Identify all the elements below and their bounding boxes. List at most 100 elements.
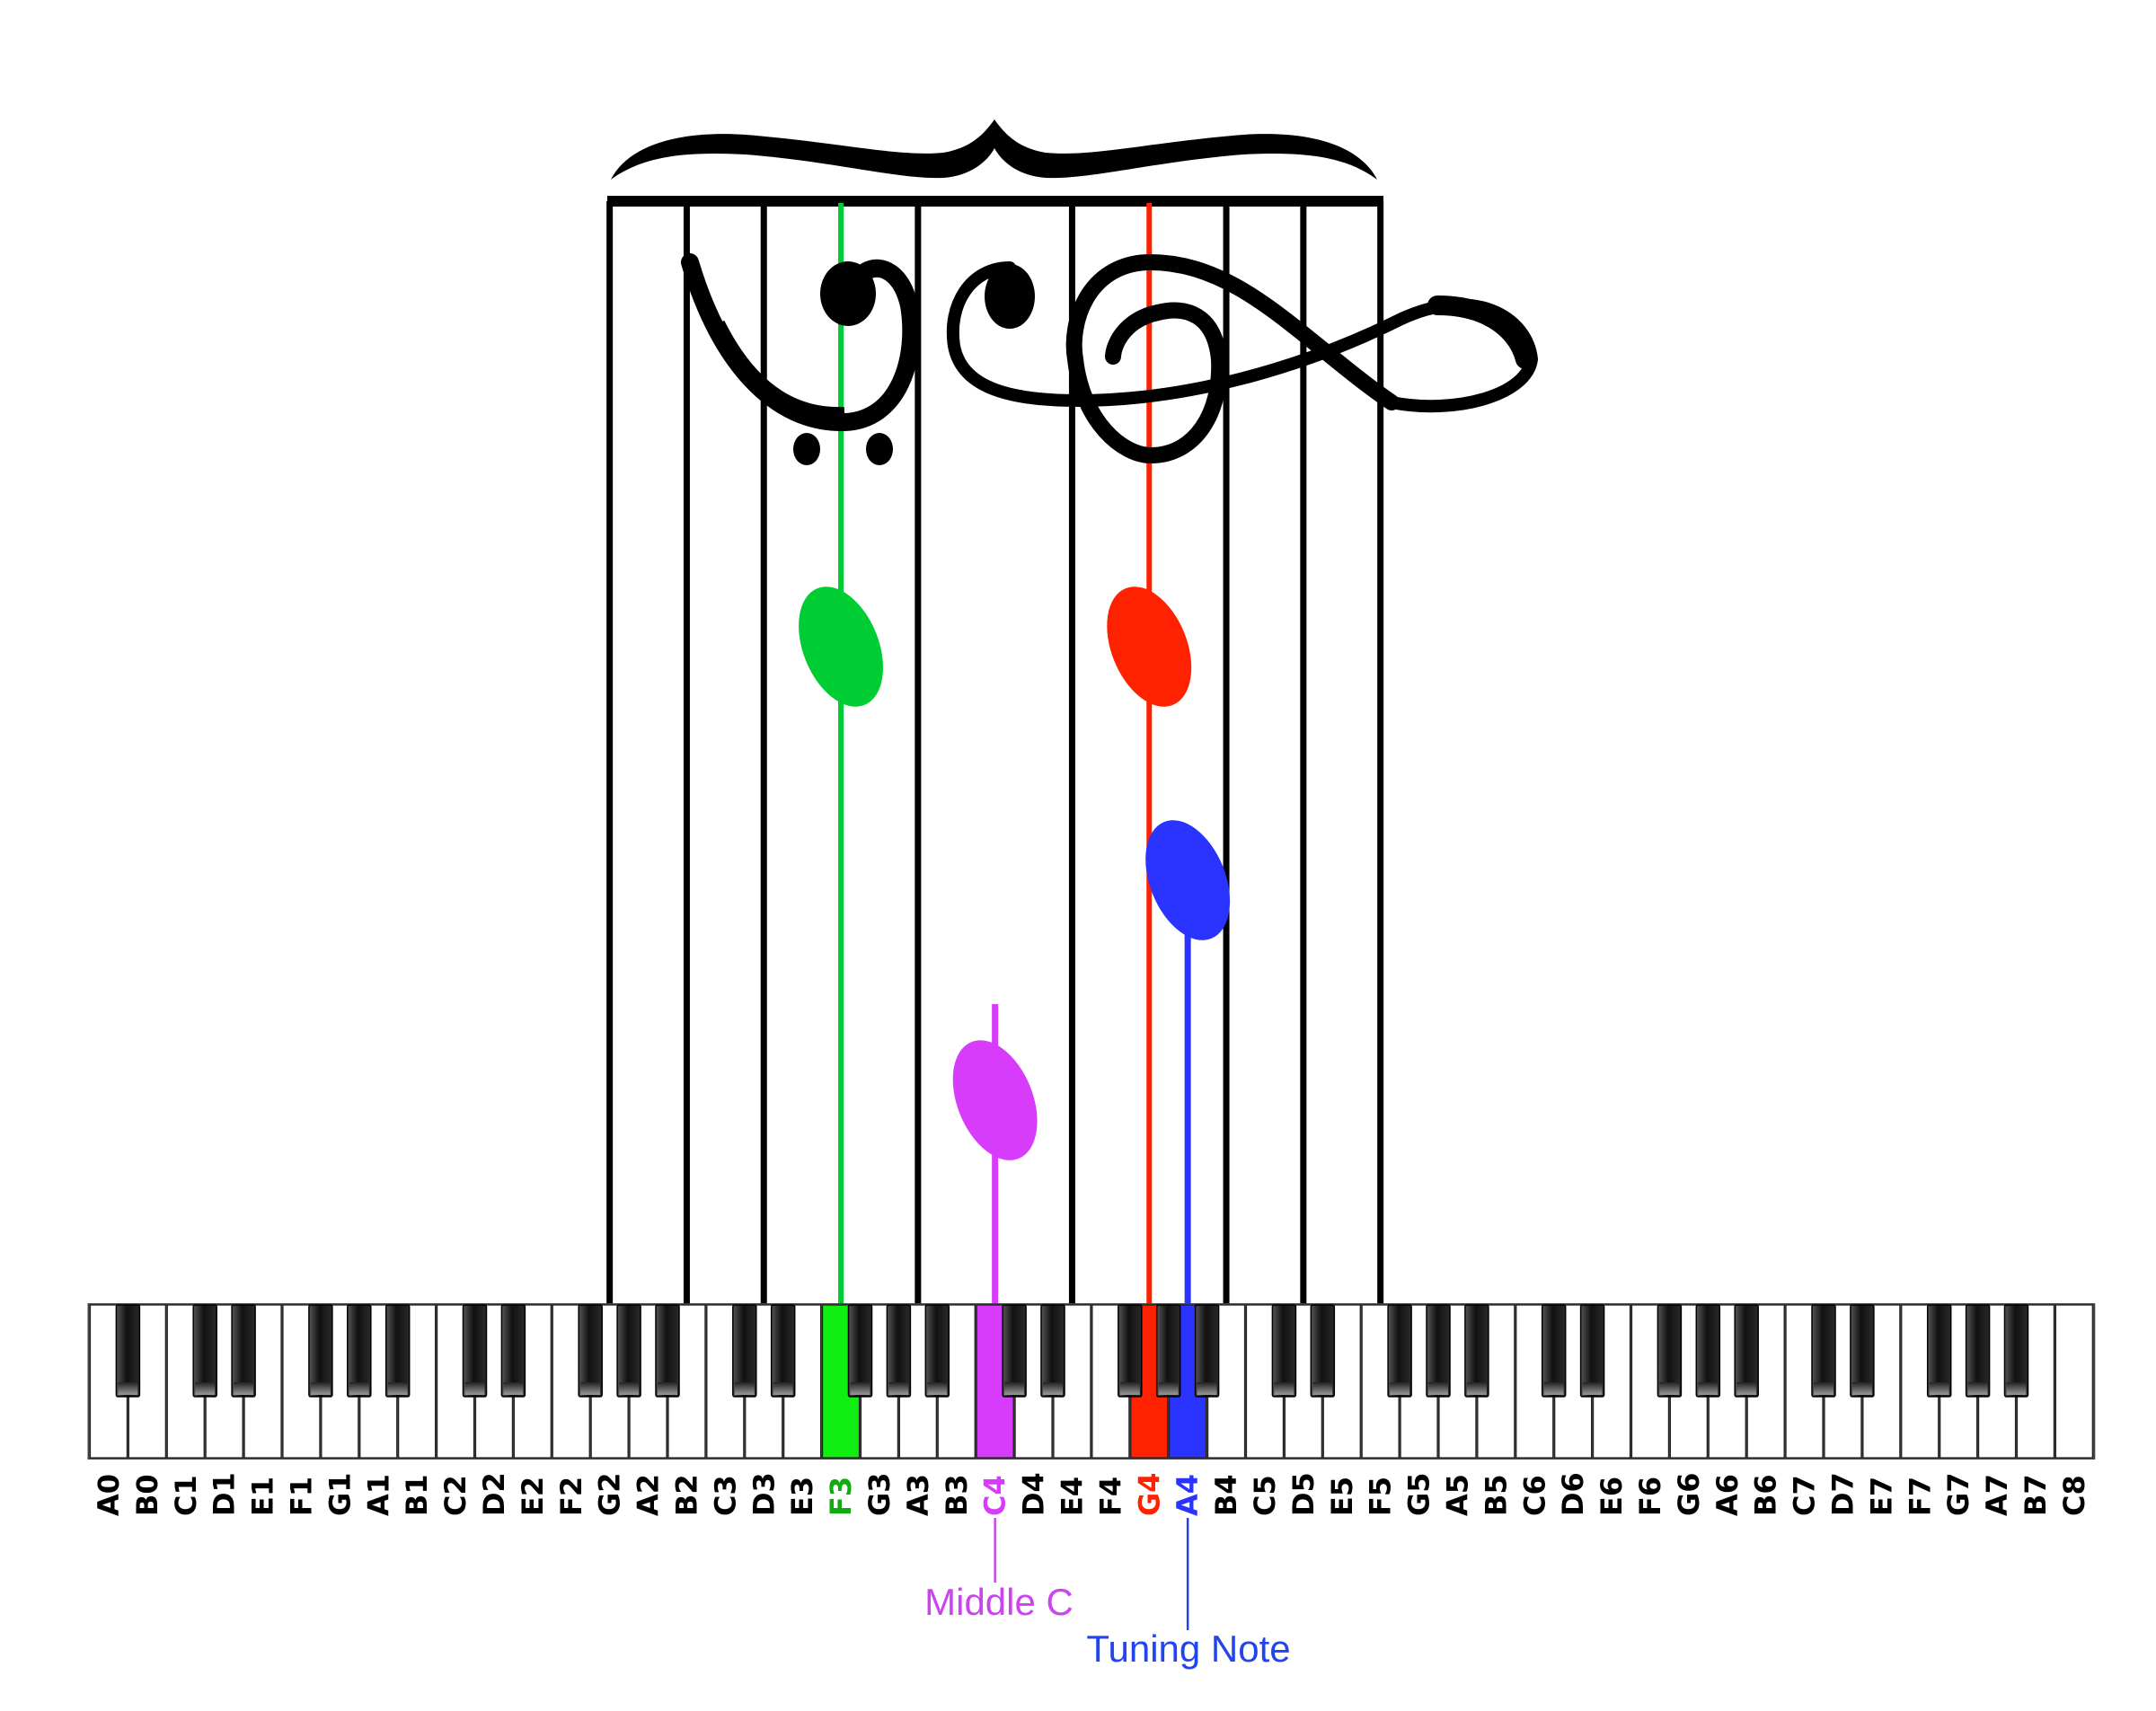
key-label-C4: C4 <box>978 1475 1012 1516</box>
black-key-tip <box>349 1382 369 1395</box>
key-label-E4: E4 <box>1055 1477 1089 1516</box>
black-key-tip <box>1043 1382 1063 1395</box>
black-key-tip <box>734 1382 755 1395</box>
key-label-E7: E7 <box>1864 1477 1898 1516</box>
black-key-tip <box>619 1382 640 1395</box>
black-key-tip <box>1004 1382 1025 1395</box>
key-label-C7: C7 <box>1788 1475 1822 1516</box>
note-head-F3 <box>799 587 883 707</box>
key-label-B3: B3 <box>940 1474 974 1516</box>
key-label-A0: A0 <box>92 1474 126 1516</box>
black-key-tip <box>1390 1382 1410 1395</box>
key-label-F1: F1 <box>284 1477 318 1516</box>
key-label-B5: B5 <box>1479 1474 1513 1516</box>
black-key-tip <box>503 1382 524 1395</box>
key-label-E2: E2 <box>516 1477 550 1516</box>
key-label-E3: E3 <box>785 1477 819 1516</box>
key-label-D2: D2 <box>477 1472 511 1516</box>
black-key-tip <box>1274 1382 1294 1395</box>
key-label-C5: C5 <box>1248 1475 1282 1516</box>
treble-clef-icon <box>946 253 1539 464</box>
key-label-B1: B1 <box>400 1474 434 1516</box>
key-label-C6: C6 <box>1517 1475 1551 1516</box>
key-label-G4: G4 <box>1132 1472 1166 1516</box>
black-key-tip <box>464 1382 485 1395</box>
black-key-tip <box>234 1382 254 1395</box>
note-head-C4 <box>952 1040 1038 1160</box>
black-key-tip <box>580 1382 601 1395</box>
note-head-G4 <box>1107 587 1192 707</box>
key-label-C2: C2 <box>438 1475 473 1516</box>
key-label-A1: A1 <box>361 1474 395 1516</box>
key-label-A6: A6 <box>1710 1474 1745 1516</box>
key-label-B2: B2 <box>669 1474 703 1516</box>
black-key-tip <box>2006 1382 2027 1395</box>
key-label-A7: A7 <box>1980 1474 2014 1516</box>
key-label-F2: F2 <box>554 1477 588 1516</box>
black-key-tip <box>773 1382 793 1395</box>
key-label-E5: E5 <box>1325 1477 1359 1516</box>
key-labels: A0 B0 C1 D1 E1 F1 G1 A1 B1 C2 D2 E2 F2 G2 A2 B2 C3 D3 E3 F3… <box>92 1472 2091 1516</box>
black-key-tip <box>1197 1382 1217 1395</box>
key-label-G3: G3 <box>862 1472 897 1516</box>
key-label-F7: F7 <box>1903 1477 1937 1516</box>
key-label-D1: D1 <box>208 1472 242 1516</box>
black-key-tip <box>1929 1382 1949 1395</box>
key-label-G2: G2 <box>593 1472 627 1516</box>
middle-c-annotation: Middle C <box>924 1518 1074 1623</box>
key-label-A3: A3 <box>901 1474 935 1516</box>
key-label-B0: B0 <box>130 1474 164 1516</box>
key-label-C1: C1 <box>169 1475 203 1516</box>
diagram-canvas: A0 B0 C1 D1 E1 F1 G1 A1 B1 C2 D2 E2 F2 G2 A2 B2 C3 D3 E3 F3… <box>87 119 2096 1670</box>
key-label-A5: A5 <box>1440 1474 1474 1516</box>
bass-clef-icon <box>681 253 921 465</box>
key-label-G6: G6 <box>1672 1472 1706 1516</box>
key-label-D7: D7 <box>1825 1472 1860 1516</box>
black-key-tip <box>888 1382 909 1395</box>
piano-staff-diagram: A0 B0 C1 D1 E1 F1 G1 A1 B1 C2 D2 E2 F2 G2 A2 B2 C3 D3 E3 F3… <box>0 0 2156 1711</box>
key-label-D4: D4 <box>1017 1472 1051 1516</box>
black-key-tip <box>1736 1382 1757 1395</box>
black-key-tip <box>1466 1382 1487 1395</box>
key-label-D5: D5 <box>1286 1472 1321 1516</box>
key-label-D3: D3 <box>747 1472 781 1516</box>
black-key-tip <box>310 1382 331 1395</box>
key-label-B7: B7 <box>2019 1474 2053 1516</box>
key-label-F5: F5 <box>1364 1477 1398 1516</box>
black-key-tip <box>658 1382 677 1395</box>
black-key-tip <box>387 1382 408 1395</box>
key-label-A4: A4 <box>1171 1474 1205 1516</box>
white-key-C8[interactable] <box>2054 1304 2093 1459</box>
key-label-E1: E1 <box>246 1477 280 1516</box>
black-key-tip <box>1967 1382 1988 1395</box>
key-label-F3: F3 <box>824 1477 858 1516</box>
key-label-C3: C3 <box>708 1475 742 1516</box>
key-label-D6: D6 <box>1556 1472 1590 1516</box>
black-key-tip <box>850 1382 870 1395</box>
key-label-F4: F4 <box>1093 1477 1127 1516</box>
tuning-note-annotation: Tuning Note <box>1086 1518 1291 1670</box>
black-key-tip <box>1158 1382 1179 1395</box>
black-key-tip <box>1698 1382 1719 1395</box>
staff-top-bar <box>607 196 1383 207</box>
key-label-B6: B6 <box>1749 1474 1783 1516</box>
note-heads <box>799 587 1231 1160</box>
black-key-tip <box>1582 1382 1603 1395</box>
black-key-tip <box>1119 1382 1140 1395</box>
tuning-note-label: Tuning Note <box>1086 1627 1290 1670</box>
key-label-G5: G5 <box>1402 1472 1436 1516</box>
black-key-tip <box>118 1382 138 1395</box>
black-key-tip <box>1659 1382 1680 1395</box>
key-label-B4: B4 <box>1209 1474 1243 1516</box>
black-key-tip <box>1428 1382 1448 1395</box>
piano-keyboard <box>87 1303 2096 1460</box>
black-key-tip <box>927 1382 948 1395</box>
black-key-tip <box>195 1382 216 1395</box>
middle-c-label: Middle C <box>924 1581 1074 1623</box>
black-key-tip <box>1312 1382 1333 1395</box>
key-label-A2: A2 <box>632 1474 666 1516</box>
black-key-tip <box>1814 1382 1833 1395</box>
brace <box>611 119 1377 180</box>
key-label-G7: G7 <box>1941 1472 1975 1516</box>
black-key-tip <box>1851 1382 1872 1395</box>
